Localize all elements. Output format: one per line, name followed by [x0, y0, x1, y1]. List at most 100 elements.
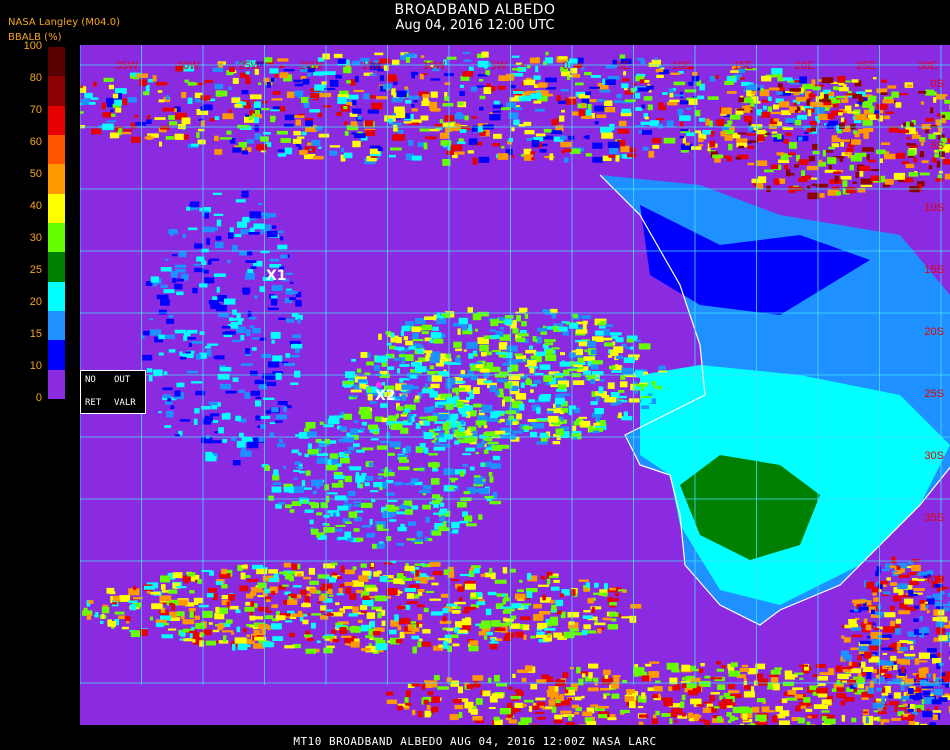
cloud-pixel [455, 401, 464, 408]
cloud-pixel [323, 514, 330, 518]
cloud-pixel [709, 140, 716, 148]
cloud-pixel [786, 169, 791, 177]
cloud-pixel [853, 130, 858, 134]
cloud-pixel [324, 484, 329, 491]
cloud-pixel [405, 99, 412, 104]
cloud-pixel [429, 101, 438, 109]
cloud-pixel [512, 68, 522, 71]
cloud-pixel [535, 133, 546, 137]
cloud-pixel [496, 620, 501, 624]
cloud-pixel [350, 641, 360, 648]
cloud-pixel [767, 710, 775, 713]
cloud-pixel [881, 79, 887, 83]
cloud-pixel [425, 516, 430, 523]
cloud-pixel [261, 353, 272, 358]
cloud-pixel [914, 605, 919, 609]
cloud-pixel [937, 652, 943, 658]
cloud-pixel [512, 430, 523, 434]
cloud-pixel [285, 573, 292, 580]
cloud-pixel [537, 327, 547, 332]
cloud-pixel [836, 687, 845, 692]
cloud-pixel [607, 717, 617, 721]
cloud-pixel [716, 668, 724, 672]
cloud-pixel [492, 455, 501, 461]
cloud-pixel [582, 615, 593, 619]
cloud-pixel [237, 643, 248, 651]
colorbar-swatch [48, 193, 65, 224]
cloud-pixel [685, 107, 692, 110]
cloud-pixel [219, 137, 232, 140]
cloud-pixel [416, 531, 423, 538]
cloud-pixel [412, 709, 416, 716]
cloud-pixel [592, 677, 599, 682]
cloud-pixel [724, 80, 734, 85]
cloud-pixel [381, 382, 386, 386]
cloud-pixel [127, 97, 137, 103]
cloud-pixel [773, 178, 779, 184]
cloud-pixel [768, 124, 777, 129]
cloud-pixel [221, 325, 231, 329]
cloud-pixel [648, 671, 660, 678]
cloud-pixel [583, 587, 590, 592]
cloud-pixel [774, 667, 782, 670]
cloud-pixel [514, 353, 523, 357]
cloud-pixel [412, 361, 420, 367]
cloud-pixel [869, 680, 874, 688]
cloud-pixel [165, 95, 170, 100]
cloud-pixel [277, 58, 289, 62]
cloud-pixel [247, 441, 259, 449]
cloud-pixel [417, 589, 425, 592]
cloud-pixel [348, 446, 355, 451]
cloud-pixel [223, 635, 227, 643]
cloud-pixel [411, 155, 422, 161]
cloud-pixel [244, 353, 252, 356]
cloud-pixel [442, 103, 454, 107]
cloud-pixel [329, 577, 337, 583]
cloud-pixel [470, 375, 479, 381]
cloud-pixel [466, 684, 474, 689]
cloud-pixel [130, 630, 140, 637]
cloud-pixel [374, 595, 386, 602]
cloud-pixel [914, 658, 920, 665]
cloud-pixel [548, 699, 556, 706]
cloud-pixel [379, 75, 385, 81]
cloud-pixel [865, 624, 872, 631]
cloud-pixel [817, 676, 828, 681]
cloud-pixel [340, 565, 345, 573]
cloud-pixel [191, 381, 203, 384]
cloud-pixel [260, 230, 264, 235]
cloud-pixel [627, 153, 637, 158]
cloud-pixel [367, 394, 373, 401]
cloud-pixel [896, 565, 901, 570]
cloud-pixel [511, 155, 515, 158]
cloud-pixel [462, 463, 468, 467]
cloud-pixel [516, 589, 524, 593]
cloud-pixel [638, 706, 644, 709]
cloud-pixel [521, 677, 527, 683]
cloud-pixel [446, 150, 455, 155]
cloud-pixel [818, 159, 822, 164]
cloud-pixel [311, 139, 321, 146]
cloud-pixel [772, 715, 778, 723]
cloud-pixel [366, 361, 374, 366]
cloud-pixel [423, 432, 433, 439]
cloud-pixel [570, 67, 578, 74]
cloud-pixel [899, 695, 911, 700]
cloud-pixel [496, 378, 506, 382]
cloud-pixel [481, 51, 489, 58]
cloud-pixel [369, 73, 377, 76]
cloud-pixel [667, 101, 678, 106]
cloud-pixel [840, 175, 852, 180]
cloud-pixel [582, 324, 587, 330]
cloud-pixel [585, 109, 592, 116]
cloud-pixel [397, 368, 401, 374]
cloud-pixel [490, 335, 500, 339]
cloud-pixel [858, 605, 862, 613]
cloud-pixel [710, 130, 715, 137]
cloud-pixel [887, 85, 897, 89]
cloud-pixel [397, 625, 402, 631]
cloud-pixel [109, 132, 120, 139]
colorbar-swatch [48, 252, 65, 283]
cloud-pixel [431, 440, 436, 443]
cloud-pixel [487, 591, 497, 596]
